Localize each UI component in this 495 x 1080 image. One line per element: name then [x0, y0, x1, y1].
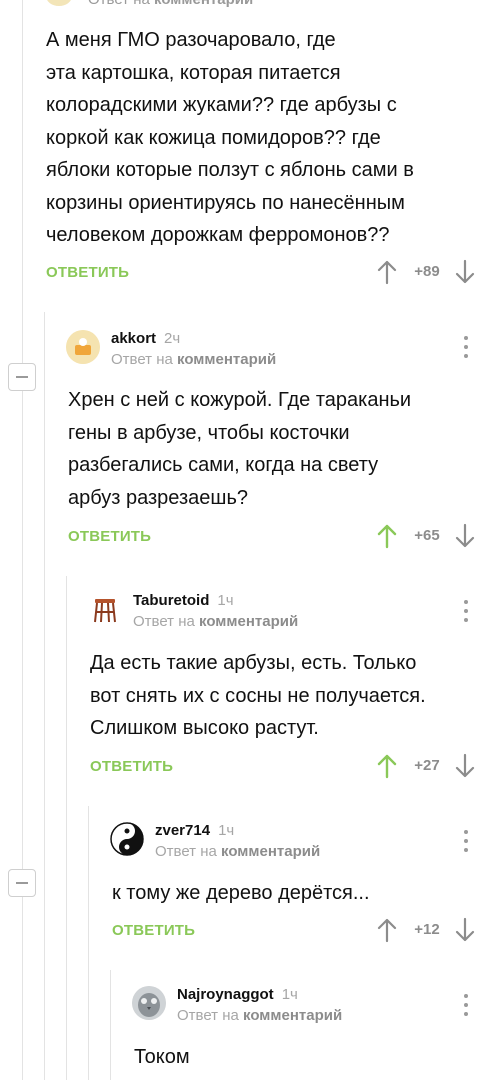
downvote-arrow-icon[interactable] — [454, 523, 476, 549]
comment-time: 1ч — [281, 986, 298, 1003]
collapse-thread-button[interactable] — [8, 363, 36, 391]
reply-to-link[interactable]: комментарий — [177, 351, 276, 368]
thread-line-level-1 — [44, 312, 45, 1080]
upvote-arrow-icon[interactable] — [376, 917, 398, 943]
comment-line: эта картошка, которая питается — [46, 61, 341, 84]
comment-line: арбуз разрезаешь? — [68, 486, 248, 509]
avatar[interactable] — [110, 822, 144, 856]
comment-line: А меня ГМО разочаровало, где — [46, 29, 336, 51]
author-label[interactable]: akkort — [111, 330, 156, 347]
reply-to-prefix: Ответ на — [133, 613, 195, 630]
comment-header: Najroynaggot 1ч Ответ на комментарий — [132, 986, 476, 1030]
reply-to-prefix: Ответ на — [177, 1007, 239, 1024]
comment-line: вот снять их с сосны не получается. — [90, 684, 426, 707]
more-options-icon[interactable] — [463, 600, 469, 622]
reply-button[interactable]: ОТВЕТИТЬ — [112, 922, 195, 939]
downvote-arrow-icon[interactable] — [454, 917, 476, 943]
author-name[interactable]: akkort 2ч — [111, 330, 180, 347]
avatar[interactable] — [88, 592, 122, 626]
reply-to-link[interactable]: комментарий — [243, 1007, 342, 1024]
comment-actions: ОТВЕТИТЬ +65 — [68, 523, 480, 549]
reply-to-meta: Ответ на комментарий — [177, 1007, 342, 1024]
author-label[interactable]: Najroynaggot — [177, 986, 274, 1003]
more-options-icon[interactable] — [463, 994, 469, 1016]
comment-line: Током — [134, 1046, 190, 1068]
rating-value: +89 — [414, 263, 440, 280]
comment-line: колорадскими жуками?? где арбузы с — [46, 94, 397, 116]
comment-text: Да есть такие арбузы, есть. Только вот с… — [90, 647, 490, 745]
comment-line: разбегались сами, когда на свету — [68, 454, 379, 476]
reply-button[interactable]: ОТВЕТИТЬ — [46, 264, 129, 281]
thread-line-level-4 — [110, 970, 111, 1080]
comment-line: Слишком высоко растут. — [90, 717, 319, 739]
comment-actions: ОТВЕТИТЬ +89 — [46, 259, 480, 285]
comment-text: к тому же дерево дерётся... — [112, 877, 482, 910]
reply-button[interactable]: ОТВЕТИТЬ — [68, 528, 151, 545]
comment-line: Да есть такие арбузы, есть. Только — [90, 652, 417, 674]
avatar[interactable] — [46, 0, 72, 6]
reply-to-prefix: Ответ на — [155, 843, 217, 860]
more-options-icon[interactable] — [463, 830, 469, 852]
reply-to-meta: Ответ на комментарий — [155, 843, 320, 860]
comment-line: яблоки которые ползут с яблонь сами в — [46, 159, 414, 181]
reply-to-link[interactable]: комментарий — [221, 843, 320, 860]
comment-line: коркой как кожица помидоров?? где — [46, 126, 381, 149]
collapse-thread-button[interactable] — [8, 869, 36, 897]
upvote-arrow-icon[interactable] — [376, 523, 398, 549]
thread-line-level-3 — [88, 806, 89, 1080]
comment-line: к тому же дерево дерётся... — [112, 882, 370, 904]
reply-to-prefix: Ответ на — [88, 0, 150, 8]
reply-to-prefix: Ответ на — [111, 351, 173, 368]
comment-time: 1ч — [218, 822, 235, 839]
comment-time: 1ч — [217, 592, 234, 609]
comment-text: А меня ГМО разочаровало, где эта картошк… — [46, 24, 486, 252]
comment-line: человеком дорожкам ферромонов?? — [46, 224, 390, 246]
author-label[interactable]: zver714 — [155, 822, 210, 839]
upvote-arrow-icon[interactable] — [376, 753, 398, 779]
comment-header: Taburetoid 1ч Ответ на комментарий — [88, 592, 476, 636]
rating-value: +27 — [414, 757, 440, 774]
collapse-icon — [16, 882, 28, 884]
author-name[interactable]: Najroynaggot 1ч — [177, 986, 298, 1003]
comment-line: гены в арбузе, чтобы косточки — [68, 421, 350, 444]
comment-line: корзины ориентируясь по нанесённым — [46, 191, 405, 214]
rating-value: +65 — [414, 527, 440, 544]
author-name[interactable]: zver714 1ч — [155, 822, 234, 839]
thread-line-level-2 — [66, 576, 67, 1080]
reply-to-meta: Ответ на комментарий — [111, 351, 276, 368]
downvote-arrow-icon[interactable] — [454, 753, 476, 779]
reply-to-link[interactable]: комментарий — [199, 613, 298, 630]
reply-to-link[interactable]: комментарий — [154, 0, 253, 8]
comment-header: zver714 1ч Ответ на комментарий — [110, 822, 476, 866]
upvote-arrow-icon[interactable] — [376, 259, 398, 285]
thread-line-level-0 — [22, 0, 23, 1080]
comment-header: akkort 2ч Ответ на комментарий — [66, 330, 476, 374]
author-name[interactable]: Taburetoid 1ч — [133, 592, 234, 609]
reply-to-meta: Ответ на комментарий — [88, 0, 253, 8]
collapse-icon — [16, 376, 28, 378]
author-label[interactable]: Taburetoid — [133, 592, 209, 609]
reply-to-meta: Ответ на комментарий — [133, 613, 298, 630]
comment-actions: ОТВЕТИТЬ +12 — [112, 917, 480, 943]
downvote-arrow-icon[interactable] — [454, 259, 476, 285]
rating-value: +12 — [414, 921, 440, 938]
comment-text: Хрен с ней с кожурой. Где тараканьи гены… — [68, 384, 488, 514]
avatar[interactable] — [66, 330, 100, 364]
more-options-icon[interactable] — [463, 336, 469, 358]
comment-time: 2ч — [164, 330, 181, 347]
comment-actions: ОТВЕТИТЬ +27 — [90, 753, 480, 779]
comment-line: Хрен с ней с кожурой. Где тараканьи — [68, 389, 412, 411]
reply-button[interactable]: ОТВЕТИТЬ — [90, 758, 173, 775]
avatar[interactable] — [132, 986, 166, 1020]
comment-text: Током — [134, 1041, 484, 1074]
